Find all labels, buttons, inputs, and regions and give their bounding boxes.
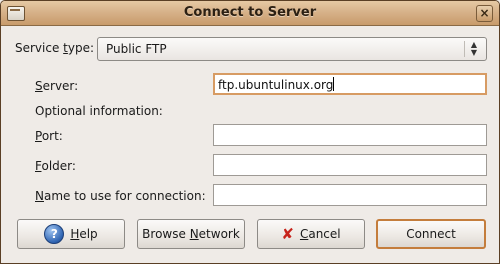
cancel-button-label: Cancel (299, 227, 341, 241)
cancel-button[interactable]: ✘ Cancel (257, 219, 365, 249)
help-icon: ? (44, 224, 65, 244)
connection-name-label: Name to use for connection: (35, 189, 206, 203)
browse-network-button[interactable]: Browse Network (137, 219, 245, 249)
connection-name-input[interactable] (213, 184, 487, 206)
server-label: Server: (35, 79, 79, 93)
close-icon[interactable]: × (476, 5, 493, 22)
title-bar[interactable]: Connect to Server × (1, 1, 499, 26)
connect-button-label: Connect (406, 227, 456, 241)
connect-to-server-dialog: Connect to Server × Service type: Public… (0, 0, 500, 264)
chevron-up-down-icon: ▲ ▼ (464, 41, 480, 57)
help-button[interactable]: ? Help (17, 219, 125, 249)
browse-network-button-label: Browse Network (142, 227, 240, 241)
service-type-label: Service type: (15, 41, 95, 55)
cancel-icon: ✘ (281, 224, 294, 243)
folder-input[interactable] (213, 154, 487, 176)
folder-label: Folder: (35, 159, 76, 173)
server-input[interactable]: ftp.ubuntulinux.org (213, 73, 487, 95)
connect-button[interactable]: Connect (376, 219, 486, 249)
port-label: Port: (35, 129, 63, 143)
service-type-select[interactable]: Public FTP ▲ ▼ (97, 37, 487, 61)
service-type-value: Public FTP (106, 42, 167, 56)
window-title: Connect to Server (183, 5, 317, 20)
text-caret (333, 77, 335, 91)
optional-information-heading: Optional information: (35, 104, 163, 118)
port-input[interactable] (213, 124, 487, 146)
help-button-label: Help (70, 227, 98, 241)
